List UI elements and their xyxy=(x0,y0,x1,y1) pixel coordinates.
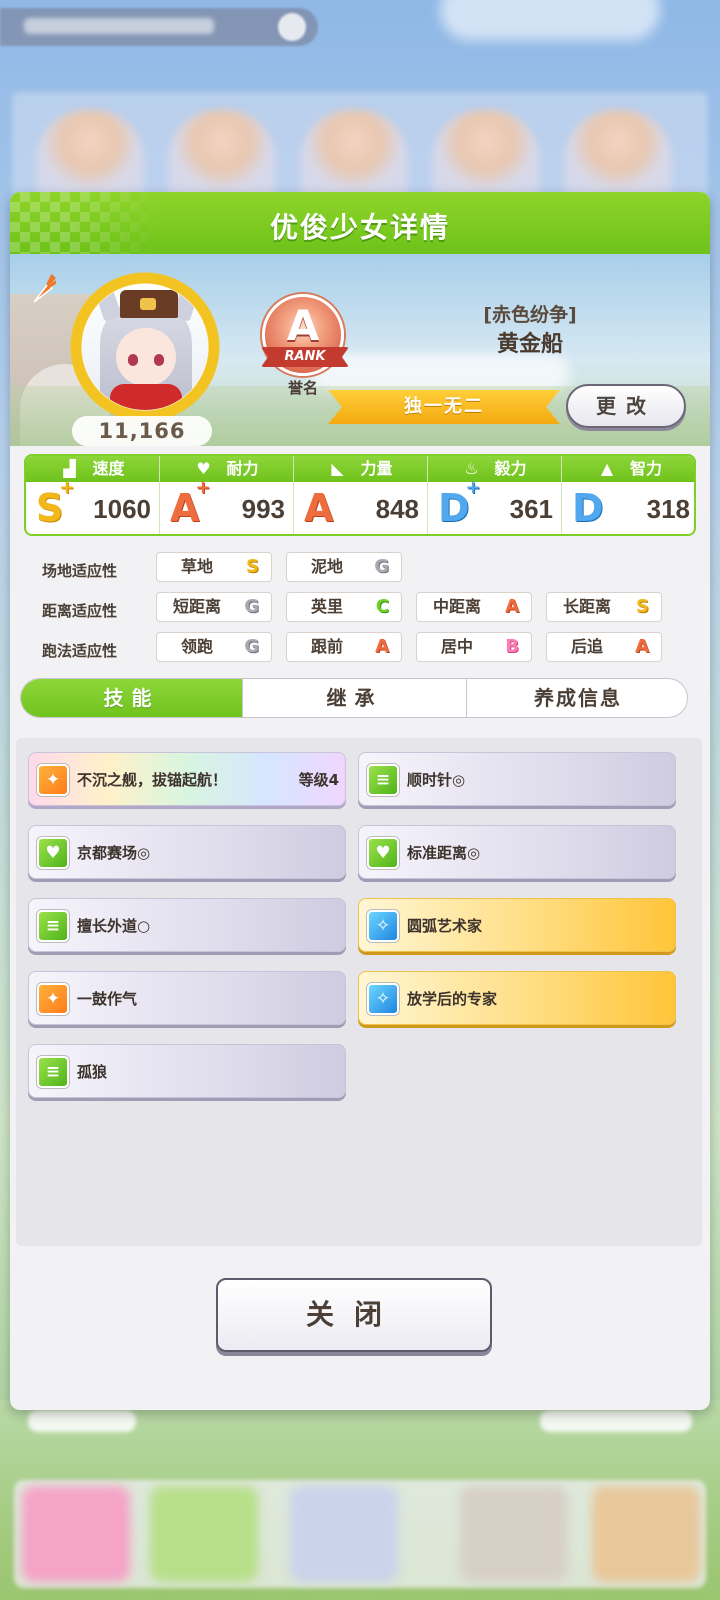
skill-level: 等级4 xyxy=(298,771,339,789)
title-ribbon: 独一无二 xyxy=(328,390,560,424)
tab-inheritance[interactable]: 继承 xyxy=(243,679,467,717)
muscle-icon: ◣ xyxy=(331,459,344,478)
aptitude-short: 短距离 G xyxy=(156,592,272,622)
distance-aptitude-label: 距离适应性 xyxy=(42,602,118,620)
aptitude-long: 长距离 S xyxy=(546,592,662,622)
background-chip xyxy=(432,110,540,200)
heart-icon: ♥ xyxy=(367,837,399,869)
runner-icon: ✦ xyxy=(37,764,69,796)
aptitude-runner: 领跑 G xyxy=(156,632,272,662)
character-name: 黄金船 xyxy=(496,332,563,357)
stat-power: ◣ 力量 A 848 xyxy=(294,456,428,534)
background-pill xyxy=(540,1410,692,1432)
style-aptitude-label: 跑法适应性 xyxy=(42,642,118,660)
aptitude-chaser: 后追 A xyxy=(546,632,662,662)
card-icon: ≡ xyxy=(37,1056,69,1088)
stat-stamina: ♥ 耐力 A+ 993 xyxy=(160,456,294,534)
umamusume-detail-dialog: 优俊少女详情 A RANK 誉名 [赤色纷争] 黄金船 独一无二 更改 11,1… xyxy=(10,192,710,1410)
rank-ribbon: RANK xyxy=(261,347,349,367)
skill-card[interactable]: ♥ 京都赛场◎ xyxy=(28,825,346,879)
skill-card[interactable]: ≡ 顺时针◎ xyxy=(358,752,676,806)
track-aptitude-label: 场地适应性 xyxy=(42,562,118,580)
aptitude-dirt: 泥地 G xyxy=(286,552,402,582)
aptitude-betweener: 居中 B xyxy=(416,632,532,662)
card-icon: ≡ xyxy=(37,910,69,942)
background-nav-tile xyxy=(592,1486,700,1582)
tab-training-info[interactable]: 养成信息 xyxy=(467,679,687,717)
skill-card[interactable]: ✦ 一鼓作气 xyxy=(28,971,346,1025)
skill-card[interactable]: ≡ 孤狼 xyxy=(28,1044,346,1098)
rank-caption: 誉名 xyxy=(287,379,318,397)
detail-tabs: 技能 继承 养成信息 xyxy=(20,678,688,718)
change-title-button[interactable]: 更改 xyxy=(566,384,686,428)
stat-guts: ♨ 毅力 D+ 361 xyxy=(428,456,562,534)
skill-card[interactable]: ≡ 擅长外道○ xyxy=(28,898,346,952)
dialog-header: 优俊少女详情 xyxy=(10,192,710,254)
card-icon: ≡ xyxy=(367,764,399,796)
skill-card[interactable]: ✦ 不沉之舰，拔锚起航！ 等级4 xyxy=(28,752,346,806)
background-nav-tile xyxy=(460,1486,568,1582)
close-button[interactable]: 关闭 xyxy=(216,1278,492,1352)
stat-speed: ▟ 速度 S+ 1060 xyxy=(26,456,160,534)
stats-panel: ▟ 速度 S+ 1060 ♥ 耐力 A+ 993 ◣ 力量 A 848 ♨ 毅力 D+ … xyxy=(24,454,696,536)
fan-count: 11,166 xyxy=(72,416,212,446)
sparkle-icon: ✧ xyxy=(367,910,399,942)
background-chip xyxy=(168,110,276,200)
background-chip xyxy=(564,110,672,200)
background-nav-tile xyxy=(22,1486,130,1582)
background-cloud xyxy=(440,0,660,40)
background-chip xyxy=(36,110,144,200)
skill-card[interactable]: ♥ 标准距离◎ xyxy=(358,825,676,879)
rank-badge[interactable]: A RANK xyxy=(261,294,349,376)
background-nav-tile xyxy=(290,1486,398,1582)
aptitude-mile: 英里 C xyxy=(286,592,402,622)
aptitude-leader: 跟前 A xyxy=(286,632,402,662)
background-nav-tile xyxy=(150,1486,258,1582)
epithet: [赤色纷争] xyxy=(483,304,577,326)
background-chip xyxy=(300,110,408,200)
skill-card[interactable]: ✧ 放学后的专家 xyxy=(358,971,676,1025)
skills-panel: ✦ 不沉之舰，拔锚起航！ 等级4 ≡ 顺时针◎ ♥ 京都赛场◎ ♥ 标准距离◎ … xyxy=(16,738,702,1246)
aptitude-turf: 草地 S xyxy=(156,552,272,582)
tab-skills[interactable]: 技能 xyxy=(21,679,243,717)
carrot-icon xyxy=(33,274,56,303)
dialog-title: 优俊少女详情 xyxy=(269,211,450,244)
aptitude-medium: 中距离 A xyxy=(416,592,532,622)
character-portrait[interactable] xyxy=(82,284,208,410)
sparkle-icon: ✧ xyxy=(367,983,399,1015)
heart-icon: ♥ xyxy=(37,837,69,869)
graduation-cap-icon: ▲ xyxy=(600,459,614,478)
background-pill xyxy=(28,1410,136,1432)
background-search-pill xyxy=(0,8,318,46)
stat-wisdom: ▲ 智力 D 318 xyxy=(562,456,694,534)
skill-card[interactable]: ✧ 圆弧艺术家 xyxy=(358,898,676,952)
runner-icon: ✦ xyxy=(37,983,69,1015)
